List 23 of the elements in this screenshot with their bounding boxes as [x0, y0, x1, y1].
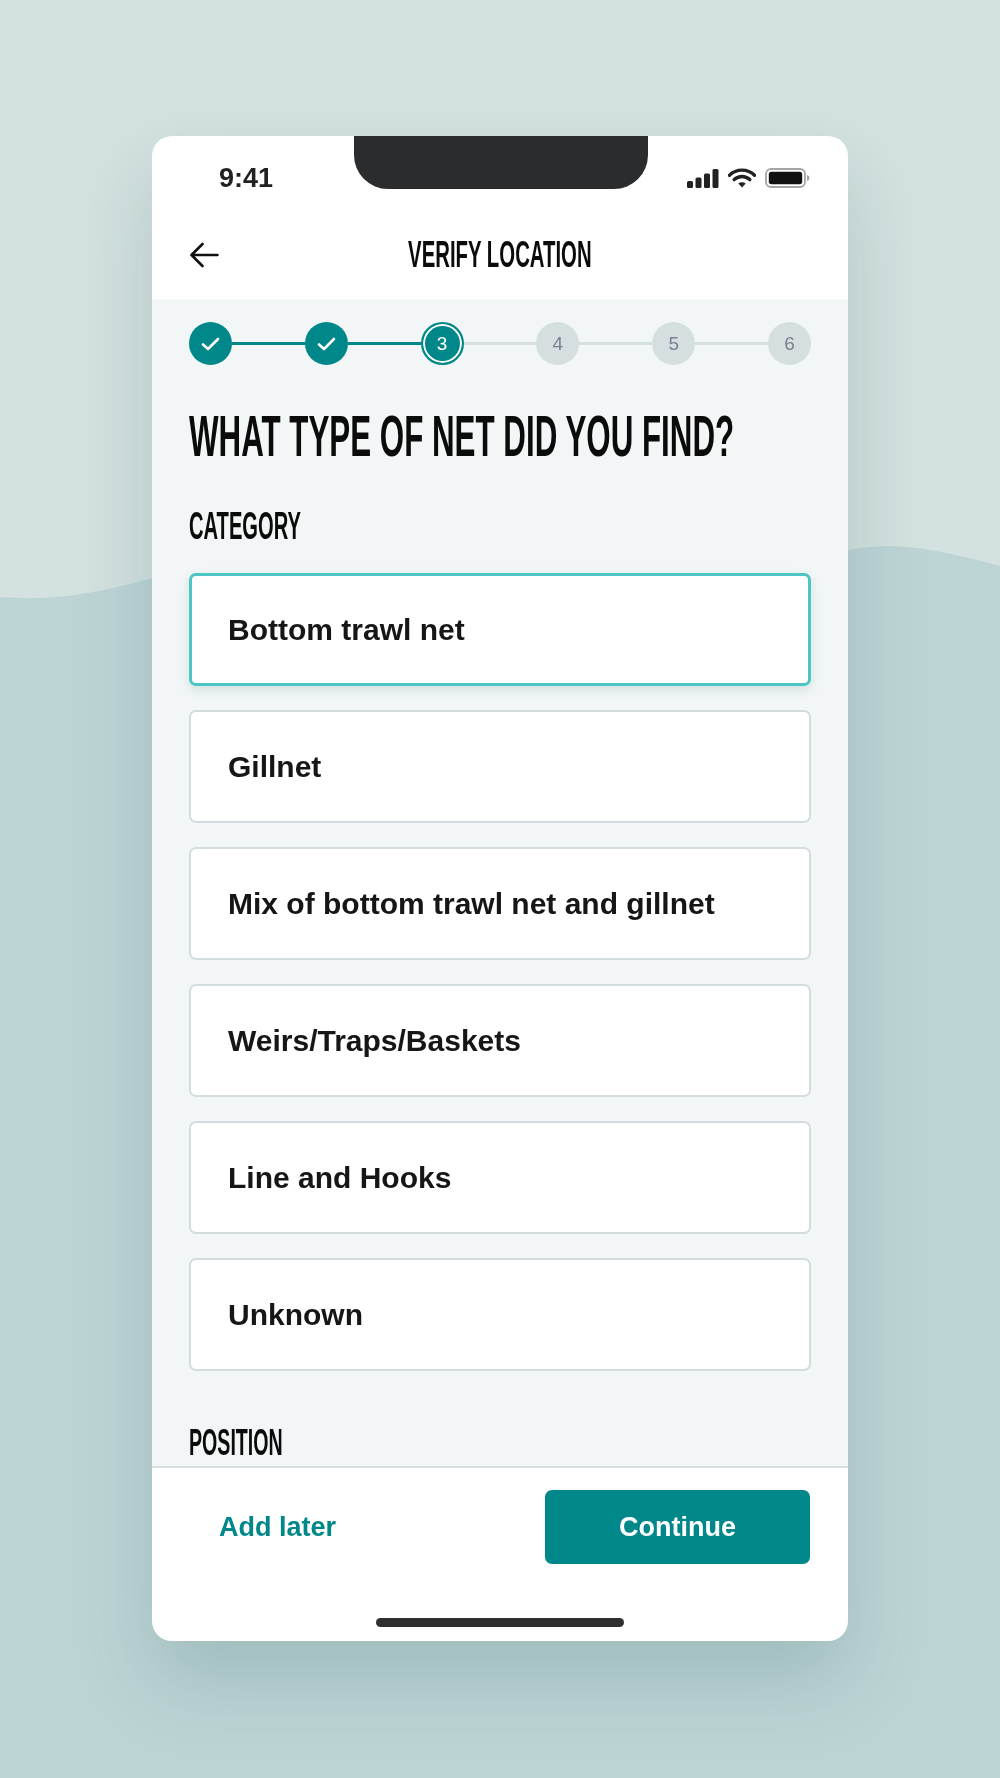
- battery-icon: [764, 168, 810, 188]
- back-arrow-icon[interactable]: [189, 241, 219, 268]
- step-indicator: 6: [768, 322, 811, 365]
- screen-title: VERIFY LOCATION: [408, 236, 592, 273]
- option-card[interactable]: Bottom trawl net: [189, 573, 811, 686]
- continue-button[interactable]: Continue: [545, 1490, 810, 1564]
- option-card[interactable]: Weirs/Traps/Baskets: [189, 984, 811, 1097]
- status-time: 9:41: [219, 162, 274, 194]
- option-card[interactable]: Mix of bottom trawl net and gillnet: [189, 847, 811, 960]
- section-heading: POSITION: [189, 1424, 283, 1461]
- option-card[interactable]: Gillnet: [189, 710, 811, 823]
- question-heading: WHAT TYPE OF NET DID YOU FIND?: [189, 407, 735, 465]
- step-indicator: 5: [652, 322, 696, 365]
- wifi-icon: [727, 168, 756, 188]
- signal-icon: [686, 168, 719, 188]
- option-card[interactable]: Unknown: [189, 1258, 811, 1371]
- check-icon: [201, 336, 220, 351]
- step-indicator: 3: [420, 322, 464, 365]
- check-icon: [316, 336, 336, 351]
- option-card[interactable]: Line and Hooks: [189, 1121, 811, 1234]
- section-heading: CATEGORY: [189, 507, 301, 545]
- step-indicator: 4: [536, 322, 580, 365]
- add-later-link[interactable]: Add later: [219, 1511, 337, 1543]
